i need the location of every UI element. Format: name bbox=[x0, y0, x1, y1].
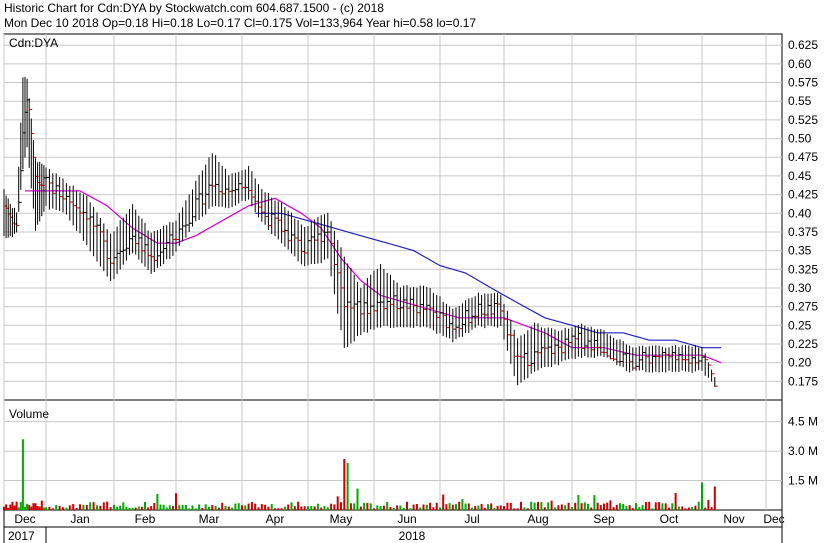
month-label: Apr bbox=[266, 512, 285, 526]
price-tick-label: 0.25 bbox=[788, 318, 812, 332]
volume-axis: 4.5 M 3.0 M 1.5 M bbox=[788, 415, 818, 488]
month-label: Dec bbox=[763, 512, 784, 526]
month-label: Nov bbox=[723, 512, 744, 526]
price-tick-label: 0.275 bbox=[788, 300, 818, 314]
month-label: Oct bbox=[660, 512, 679, 526]
price-tick-label: 0.625 bbox=[788, 38, 818, 52]
month-label: Mar bbox=[199, 512, 220, 526]
month-label: Dec bbox=[14, 512, 35, 526]
year-label: 2018 bbox=[399, 529, 426, 543]
price-tick-label: 0.325 bbox=[788, 262, 818, 276]
price-tick-label: 0.575 bbox=[788, 76, 818, 90]
volume-tick-label: 4.5 M bbox=[788, 415, 818, 429]
month-label: Aug bbox=[527, 512, 548, 526]
price-tick-label: 0.225 bbox=[788, 337, 818, 351]
price-tick-label: 0.40 bbox=[788, 206, 812, 220]
price-tick-label: 0.45 bbox=[788, 169, 812, 183]
header-line-2: Mon Dec 10 2018 Op=0.18 Hi=0.18 Lo=0.17 … bbox=[4, 16, 476, 30]
price-tick-label: 0.475 bbox=[788, 150, 818, 164]
header-line-1: Historic Chart for Cdn:DYA by Stockwatch… bbox=[4, 1, 384, 15]
price-tick-label: 0.425 bbox=[788, 188, 818, 202]
stock-chart: Historic Chart for Cdn:DYA by Stockwatch… bbox=[0, 0, 830, 543]
price-tick-label: 0.50 bbox=[788, 132, 812, 146]
price-tick-label: 0.20 bbox=[788, 356, 812, 370]
chart-background bbox=[0, 0, 830, 543]
year-label: 2017 bbox=[8, 529, 35, 543]
month-label: Jun bbox=[397, 512, 416, 526]
month-label: May bbox=[330, 512, 353, 526]
price-tick-label: 0.525 bbox=[788, 113, 818, 127]
price-tick-label: 0.60 bbox=[788, 57, 812, 71]
price-tick-label: 0.55 bbox=[788, 94, 812, 108]
price-tick-label: 0.30 bbox=[788, 281, 812, 295]
symbol-label: Cdn:DYA bbox=[9, 36, 58, 50]
price-tick-label: 0.375 bbox=[788, 225, 818, 239]
month-label: Jul bbox=[464, 512, 479, 526]
price-tick-label: 0.35 bbox=[788, 244, 812, 258]
volume-tick-label: 1.5 M bbox=[788, 474, 818, 488]
volume-label: Volume bbox=[9, 407, 49, 421]
month-label: Sep bbox=[593, 512, 615, 526]
month-label: Jan bbox=[70, 512, 89, 526]
month-label: Feb bbox=[135, 512, 156, 526]
volume-tick-label: 3.0 M bbox=[788, 444, 818, 458]
price-tick-label: 0.175 bbox=[788, 374, 818, 388]
